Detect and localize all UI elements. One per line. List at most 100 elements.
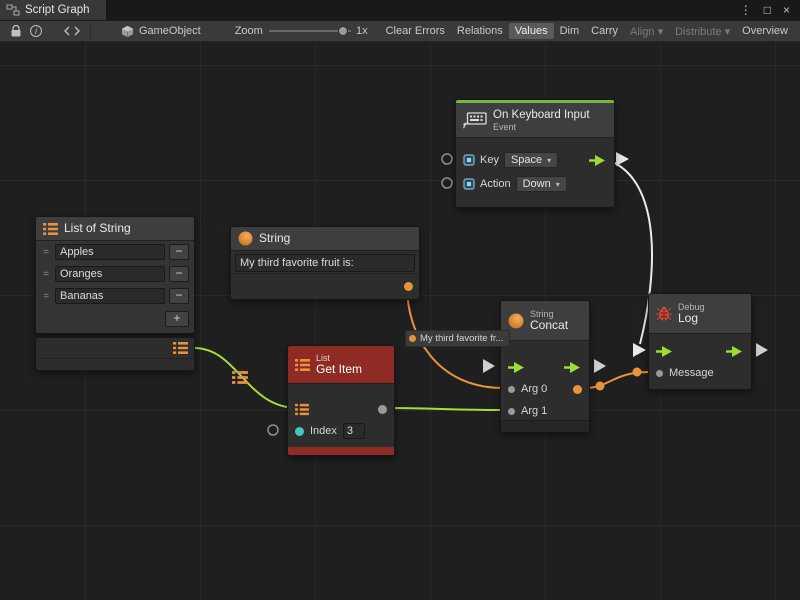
zoom-slider[interactable] [269, 25, 351, 37]
wire-value-preview: My third favorite fr... [405, 330, 510, 347]
node-title: Log [678, 312, 705, 325]
node-title: String [259, 232, 290, 245]
distribute-button[interactable]: Distribute ▾ [669, 23, 736, 40]
code-icon[interactable] [60, 26, 84, 36]
string-field-row [231, 251, 419, 273]
key-label: Key [480, 154, 499, 166]
node-footer [501, 420, 589, 432]
graph-toolbar: i GameObject Zoom 1x Clear Errors Relati… [0, 20, 800, 42]
unity-script-graph-window: Script Graph ⋮ □ × i GameObject Zoom [0, 0, 800, 600]
action-dropdown[interactable]: Down ▾ [516, 176, 567, 192]
string-type-icon [508, 313, 524, 329]
tab-script-graph[interactable]: Script Graph [0, 0, 107, 20]
list-io-row [288, 398, 394, 420]
chevron-down-icon: ▾ [556, 180, 560, 189]
flow-output-port[interactable] [589, 154, 607, 167]
node-header: On Keyboard Input Event [456, 103, 614, 138]
chevron-down-icon: ▾ [658, 26, 664, 38]
arg0-row: Arg 0 [501, 378, 589, 400]
values-button[interactable]: Values [509, 23, 554, 39]
node-subtitle: Event [493, 122, 590, 132]
key-dropdown[interactable]: Space ▾ [504, 152, 558, 168]
list-items: = − = − = − + [36, 241, 194, 333]
green-arrow-icon [589, 154, 607, 167]
wire-value-badge-list [232, 370, 248, 390]
node-string-literal[interactable]: String [230, 226, 420, 300]
flow-arrow-concat-out [594, 359, 606, 373]
zoom-slider-handle[interactable] [338, 26, 348, 36]
list-item-input[interactable] [55, 288, 165, 304]
string-output-port[interactable] [404, 282, 413, 291]
message-row: Message [649, 362, 751, 384]
remove-item-button[interactable]: − [169, 266, 189, 282]
arg0-label: Arg 0 [521, 383, 547, 395]
flow-arrow-log-out [756, 343, 768, 357]
arg1-input-port[interactable] [508, 408, 515, 415]
node-title: Get Item [316, 363, 362, 376]
restore-window-icon[interactable]: □ [764, 3, 771, 17]
wire-getitem-to-concat-arg1[interactable] [384, 408, 503, 410]
info-icon[interactable]: i [26, 25, 46, 37]
drag-handle-icon[interactable]: = [41, 291, 51, 302]
node-list-of-string-ports[interactable] [35, 337, 195, 371]
window-controls: ⋮ □ × [740, 0, 800, 20]
dim-button[interactable]: Dim [554, 23, 586, 39]
graph-canvas[interactable]: My third favorite fr... List of String =… [0, 42, 800, 600]
bug-icon [656, 306, 672, 322]
list-item-input[interactable] [55, 266, 165, 282]
string-value-input[interactable] [235, 254, 415, 272]
getitem-index-input-port[interactable] [268, 425, 278, 435]
node-concat[interactable]: String Concat [500, 300, 590, 433]
index-input[interactable] [343, 423, 365, 439]
flow-output-port[interactable] [726, 345, 744, 358]
flow-row [501, 356, 589, 378]
remove-item-button[interactable]: − [169, 288, 189, 304]
gameobject-button[interactable]: GameObject [115, 23, 207, 40]
node-on-keyboard-input[interactable]: On Keyboard Input Event Key Space ▾ [455, 99, 615, 208]
item-output-port[interactable] [378, 405, 387, 414]
node-title: List of String [64, 222, 131, 235]
lock-icon[interactable] [6, 25, 26, 38]
list-item-row: = − [36, 285, 194, 307]
align-button[interactable]: Align ▾ [624, 23, 669, 40]
menu-icon[interactable]: ⋮ [740, 3, 752, 17]
action-row: Action Down ▾ [456, 172, 614, 196]
keyboard-icon [463, 112, 487, 129]
node-get-item[interactable]: List Get Item Index [287, 345, 395, 456]
keyboard-key-input-port[interactable] [442, 154, 452, 164]
flow-input-port[interactable] [656, 345, 674, 358]
drag-handle-icon[interactable]: = [41, 247, 51, 258]
node-header: String Concat [501, 301, 589, 341]
carry-button[interactable]: Carry [585, 23, 624, 39]
flow-input-port[interactable] [508, 361, 526, 374]
list-icon [43, 222, 58, 236]
list-icon [295, 358, 310, 372]
value-dot [633, 368, 642, 377]
list-input-port[interactable] [295, 403, 309, 416]
arg0-input-port[interactable] [508, 386, 515, 393]
list-item-input[interactable] [55, 244, 165, 260]
list-item-row: = − [36, 263, 194, 285]
green-arrow-icon [726, 345, 744, 358]
add-item-button[interactable]: + [165, 311, 189, 327]
node-header: List Get Item [288, 346, 394, 384]
drag-handle-icon[interactable]: = [41, 269, 51, 280]
flow-output-port[interactable] [564, 361, 582, 374]
list-output-port[interactable] [173, 341, 188, 355]
value-dot [596, 382, 605, 391]
keycode-type-icon [463, 154, 475, 166]
result-output-port[interactable] [573, 385, 582, 394]
remove-item-button[interactable]: − [169, 244, 189, 260]
keyboard-action-input-port[interactable] [442, 178, 452, 188]
close-icon[interactable]: × [783, 3, 790, 17]
index-input-port[interactable] [295, 427, 304, 436]
chevron-down-icon: ▾ [547, 156, 551, 165]
node-list-of-string[interactable]: List of String = − = − = − [35, 216, 195, 334]
clear-errors-button[interactable]: Clear Errors [380, 23, 451, 39]
overview-button[interactable]: Overview [736, 23, 794, 39]
message-label: Message [669, 367, 714, 379]
relations-button[interactable]: Relations [451, 23, 509, 39]
node-log[interactable]: Debug Log [648, 293, 752, 390]
message-input-port[interactable] [656, 370, 663, 377]
node-header: String [231, 227, 419, 251]
